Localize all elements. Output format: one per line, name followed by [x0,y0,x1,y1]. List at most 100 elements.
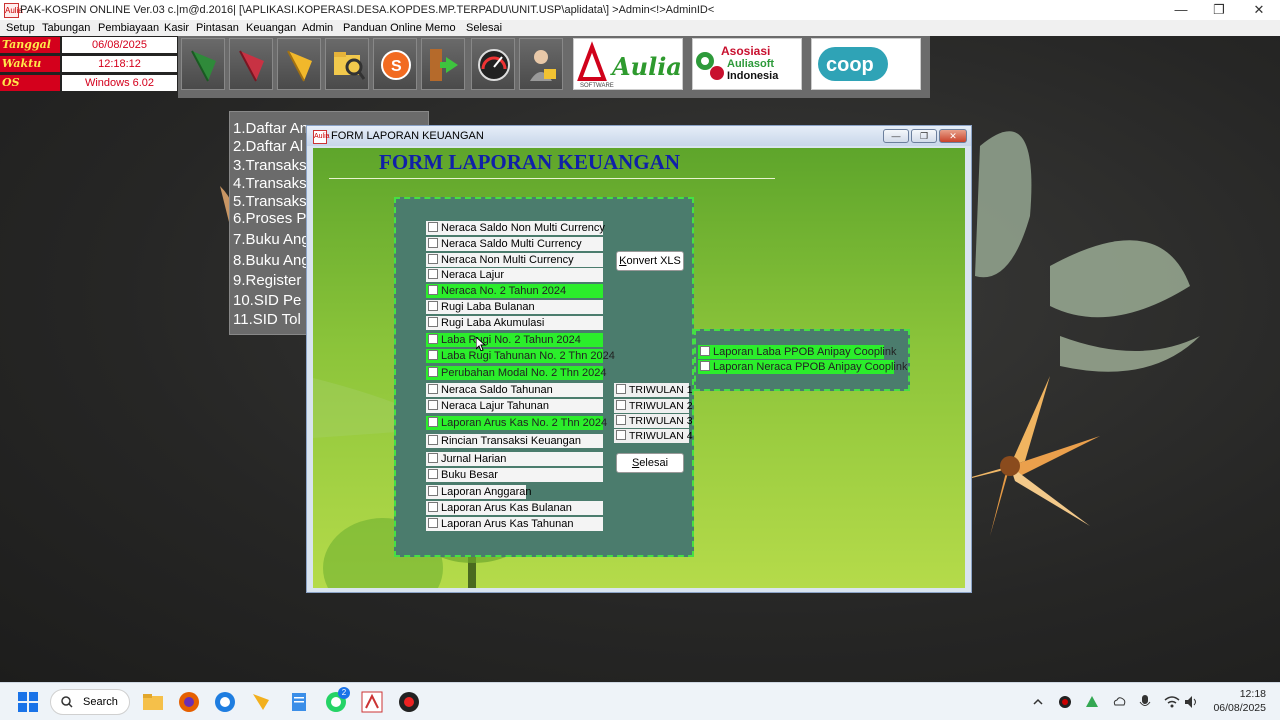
checkbox-icon[interactable] [428,301,438,311]
report-checkbox[interactable]: Laba Rugi No. 2 Tahun 2024 [426,333,603,347]
checkbox-icon[interactable] [428,453,438,463]
checkbox-icon[interactable] [616,415,626,425]
report-checkbox[interactable]: Neraca No. 2 Tahun 2024 [426,284,603,298]
triwulan-checkbox[interactable]: TRIWULAN 4 [614,429,693,443]
form-restore-button[interactable]: ❐ [911,129,937,143]
menu-admin[interactable]: Admin [302,20,333,36]
wifi-icon[interactable] [1164,695,1180,709]
report-checkbox[interactable]: Perubahan Modal No. 2 Thn 2024 [426,366,607,380]
checkbox-icon[interactable] [428,269,438,279]
checkbox-icon[interactable] [428,435,438,445]
checkbox-icon[interactable] [428,350,438,360]
report-checkbox[interactable]: Laba Rugi Tahunan No. 2 Thn 2024 [426,349,615,363]
checkbox-icon[interactable] [428,238,438,248]
report-checkbox[interactable]: Neraca Saldo Multi Currency [426,237,603,251]
checkbox-icon[interactable] [428,384,438,394]
menu-pintasan[interactable]: Pintasan [196,20,239,36]
chevron-up-icon[interactable] [1032,696,1044,708]
report-checkbox[interactable]: Neraca Lajur Tahunan [426,399,603,413]
notepad-icon[interactable] [287,690,311,714]
taskbar-search[interactable]: Search [50,689,130,715]
bg-menu-item[interactable]: 11.SID Tol [233,311,301,328]
speedometer-icon[interactable] [471,38,515,90]
checkbox-icon[interactable] [428,417,438,427]
file-explorer-icon[interactable] [141,690,165,714]
checkbox-icon[interactable] [616,430,626,440]
ppob-checkbox[interactable]: Laporan Neraca PPOB Anipay Cooplink [698,360,907,374]
checkbox-icon[interactable] [428,222,438,232]
bg-menu-item[interactable]: 8.Buku Ang [233,252,310,269]
report-checkbox[interactable]: Rugi Laba Akumulasi [426,316,603,330]
browser-icon[interactable] [213,690,237,714]
s-coin-icon[interactable]: S [373,38,417,90]
checkbox-icon[interactable] [616,400,626,410]
close-button[interactable]: ✕ [1240,0,1278,20]
triwulan-checkbox[interactable]: TRIWULAN 1 [614,383,693,397]
selesai-button[interactable]: Selesai [616,453,684,473]
report-checkbox[interactable]: Neraca Saldo Non Multi Currency [426,221,605,235]
bg-menu-item[interactable]: 4.Transaks [233,175,307,192]
microphone-icon[interactable] [1139,694,1151,710]
folder-search-icon[interactable] [325,38,369,90]
report-checkbox[interactable]: Neraca Lajur [426,268,603,282]
menu-kasir[interactable]: Kasir [164,20,189,36]
checkbox-icon[interactable] [700,346,710,356]
exit-door-icon[interactable] [421,38,465,90]
volume-icon[interactable] [1184,695,1198,709]
firefox-icon[interactable] [177,690,201,714]
report-checkbox[interactable]: Jurnal Harian [426,452,603,466]
clock-date[interactable]: 06/08/2025 [1213,702,1266,714]
checkbox-icon[interactable] [428,486,438,496]
checkbox-icon[interactable] [428,317,438,327]
bg-menu-item[interactable]: 9.Register [233,272,301,289]
report-checkbox[interactable]: Buku Besar [426,468,603,482]
menu-keuangan[interactable]: Keuangan [246,20,296,36]
bg-menu-item[interactable]: 7.Buku Ang [233,231,310,248]
bg-menu-item[interactable]: 3.Transaks [233,157,307,174]
report-checkbox[interactable]: Laporan Anggaran [426,485,532,499]
record-tray-icon[interactable] [1058,695,1072,709]
form-close-button[interactable]: ✕ [939,129,967,143]
checkbox-icon[interactable] [616,384,626,394]
triwulan-checkbox[interactable]: TRIWULAN 3 [614,414,693,428]
aulia-app-icon[interactable] [360,690,384,714]
restore-button[interactable]: ❐ [1200,0,1238,20]
report-checkbox[interactable]: Laporan Arus Kas Bulanan [426,501,603,515]
green-leaf-icon[interactable] [181,38,225,90]
app-icon-yellow[interactable] [249,690,273,714]
menu-tabungan[interactable]: Tabungan [42,20,90,36]
ppob-checkbox[interactable]: Laporan Laba PPOB Anipay Cooplink [698,345,896,359]
checkbox-icon[interactable] [428,469,438,479]
checkbox-icon[interactable] [700,361,710,371]
form-minimize-button[interactable]: — [883,129,909,143]
konvert-xls-button[interactable]: Konvert XLS [616,251,684,271]
bg-menu-item[interactable]: 1.Daftar An [233,120,308,137]
user-lock-icon[interactable] [519,38,563,90]
drive-icon[interactable] [1085,695,1099,709]
menu-pembiayaan[interactable]: Pembiayaan [98,20,159,36]
yellow-leaf-icon[interactable] [277,38,321,90]
bg-menu-item[interactable]: 2.Daftar Al [233,138,303,155]
report-checkbox[interactable]: Laporan Arus Kas Tahunan [426,517,603,531]
report-checkbox[interactable]: Rugi Laba Bulanan [426,300,603,314]
menu-setup[interactable]: Setup [6,20,35,36]
report-checkbox[interactable]: Laporan Arus Kas No. 2 Thn 2024 [426,416,607,430]
checkbox-icon[interactable] [428,367,438,377]
checkbox-icon[interactable] [428,400,438,410]
triwulan-checkbox[interactable]: TRIWULAN 2 [614,399,693,413]
menu-panduan-online[interactable]: Panduan Online [343,20,422,36]
bg-menu-item[interactable]: 10.SID Pe [233,292,301,309]
checkbox-icon[interactable] [428,254,438,264]
checkbox-icon[interactable] [428,285,438,295]
cloud-off-icon[interactable] [1112,695,1126,709]
red-leaf-icon[interactable] [229,38,273,90]
clock-time[interactable]: 12:18 [1240,688,1266,700]
report-checkbox[interactable]: Rincian Transaksi Keuangan [426,434,603,448]
checkbox-icon[interactable] [428,518,438,528]
bg-menu-item[interactable]: 5.Transaks [233,193,307,210]
checkbox-icon[interactable] [428,334,438,344]
checkbox-icon[interactable] [428,502,438,512]
windows-start-icon[interactable] [16,690,40,714]
menu-memo[interactable]: Memo [425,20,456,36]
report-checkbox[interactable]: Neraca Non Multi Currency [426,253,603,267]
